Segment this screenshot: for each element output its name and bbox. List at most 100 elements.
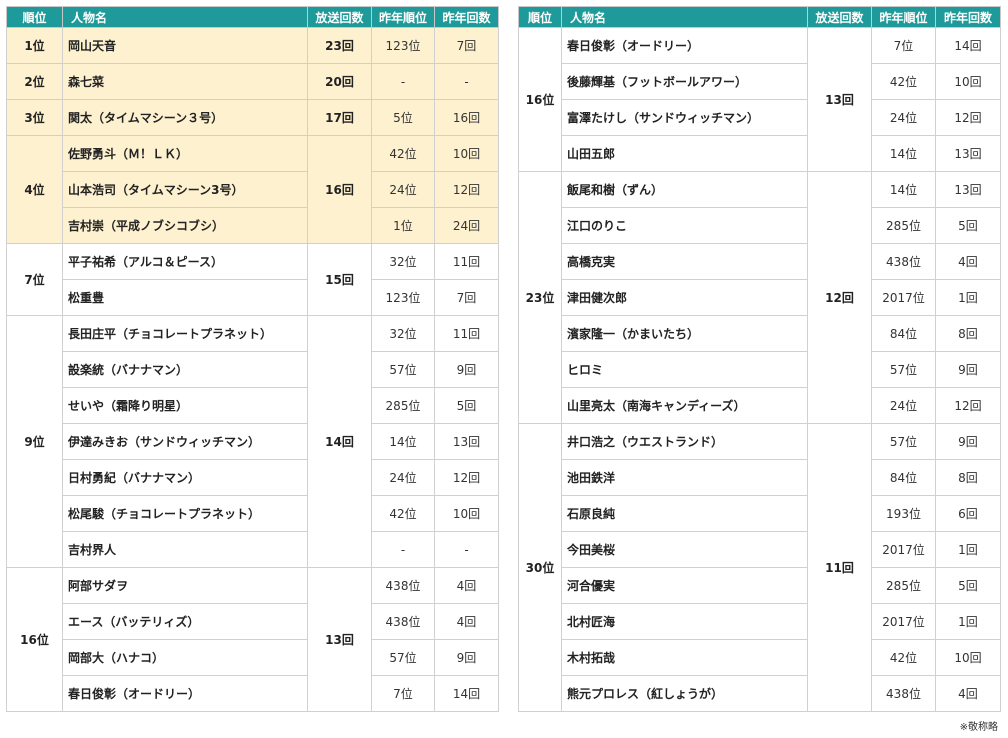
table-row: 30位 井口浩之（ウエストランド） 11回 57位 9回 bbox=[518, 423, 1001, 712]
table-row: 9位 長田庄平（チョコレートプラネット） 14回 32位 11回 bbox=[6, 315, 499, 568]
table-row: 今田美桜 2017位 1回 bbox=[519, 531, 1001, 568]
table-row: 4位 佐野勇斗（Ｍ！ＬＫ） 16回 42位 10回 bbox=[6, 135, 499, 244]
prev-count-cell: - bbox=[434, 63, 499, 100]
person-name: 石原良純 bbox=[561, 495, 808, 532]
prev-rank-cell: 24位 bbox=[371, 459, 435, 496]
prev-count-cell: 5回 bbox=[935, 207, 1001, 244]
prev-count-cell: 10回 bbox=[434, 135, 499, 172]
header-count: 放送回数 bbox=[807, 6, 872, 28]
header-prev-rank: 昨年順位 bbox=[871, 6, 936, 28]
person-name: ヒロミ bbox=[561, 351, 808, 388]
prev-count-cell: 10回 bbox=[935, 639, 1001, 676]
person-name: 平子祐希（アルコ＆ピース） bbox=[62, 243, 308, 280]
header-rank: 順位 bbox=[6, 6, 63, 28]
table-row: 松尾駿（チョコレートプラネット） 42位 10回 bbox=[7, 495, 499, 532]
table-row: 16位 春日俊彰（オードリー） 13回 7位 14回 bbox=[518, 27, 1001, 172]
table-row: 濱家隆一（かまいたち） 84位 8回 bbox=[519, 315, 1001, 352]
person-name: エース（バッテリィズ） bbox=[62, 603, 308, 640]
table-row: 設楽統（バナナマン） 57位 9回 bbox=[7, 351, 499, 388]
prev-rank-cell: 2017位 bbox=[871, 603, 936, 640]
broadcast-count-cell: 13回 bbox=[807, 27, 872, 172]
prev-rank-cell: - bbox=[371, 531, 435, 568]
prev-rank-cell: 32位 bbox=[371, 243, 435, 280]
prev-rank-cell: 285位 bbox=[871, 207, 936, 244]
person-name: 江口のりこ bbox=[561, 207, 808, 244]
person-name: 森七菜 bbox=[62, 63, 308, 100]
person-name: 設楽統（バナナマン） bbox=[62, 351, 308, 388]
prev-rank-cell: 84位 bbox=[871, 315, 936, 352]
person-name: 高橋克実 bbox=[561, 243, 808, 280]
rank-cell: 4位 bbox=[6, 135, 63, 244]
person-name: 春日俊彰（オードリー） bbox=[62, 675, 308, 712]
person-name: 飯尾和樹（ずん） bbox=[561, 171, 808, 208]
header-row: 順位 人物名 放送回数 昨年順位 昨年回数 bbox=[6, 6, 499, 28]
table-row: 江口のりこ 285位 5回 bbox=[519, 207, 1001, 244]
prev-count-cell: 12回 bbox=[935, 387, 1001, 424]
table-row: 石原良純 193位 6回 bbox=[519, 495, 1001, 532]
person-name: 北村匠海 bbox=[561, 603, 808, 640]
person-name: 山本浩司（タイムマシーン3号） bbox=[62, 171, 308, 208]
prev-count-cell: 1回 bbox=[935, 603, 1001, 640]
prev-rank-cell: 2017位 bbox=[871, 531, 936, 568]
prev-rank-cell: 57位 bbox=[871, 423, 936, 460]
table-row: 吉村界人 - - bbox=[7, 531, 499, 568]
broadcast-count-cell: 13回 bbox=[307, 567, 372, 712]
prev-count-cell: 4回 bbox=[935, 243, 1001, 280]
header-rank: 順位 bbox=[518, 6, 562, 28]
prev-rank-cell: 7位 bbox=[371, 675, 435, 712]
prev-count-cell: 1回 bbox=[935, 279, 1001, 316]
prev-rank-cell: 24位 bbox=[871, 99, 936, 136]
prev-rank-cell: 14位 bbox=[371, 423, 435, 460]
person-name: せいや（霜降り明星） bbox=[62, 387, 308, 424]
header-name: 人物名 bbox=[561, 6, 808, 28]
table-row: 岡部大（ハナコ） 57位 9回 bbox=[7, 639, 499, 676]
prev-rank-cell: 1位 bbox=[371, 207, 435, 244]
prev-rank-cell: 32位 bbox=[371, 315, 435, 352]
prev-rank-cell: 42位 bbox=[871, 63, 936, 100]
prev-count-cell: 10回 bbox=[935, 63, 1001, 100]
ranking-table-left: 順位 人物名 放送回数 昨年順位 昨年回数 1位 岡山天音 23回 123位 7回 2位森… bbox=[6, 6, 499, 712]
prev-rank-cell: 57位 bbox=[871, 351, 936, 388]
rank-cell: 3位 bbox=[6, 99, 63, 136]
broadcast-count-cell: 17回 bbox=[307, 99, 372, 136]
prev-count-cell: 13回 bbox=[935, 171, 1001, 208]
prev-count-cell: 4回 bbox=[935, 675, 1001, 712]
table-row: 熊元プロレス（紅しょうが） 438位 4回 bbox=[519, 675, 1001, 712]
person-name: 春日俊彰（オードリー） bbox=[561, 27, 808, 64]
person-name: 岡山天音 bbox=[62, 27, 308, 64]
broadcast-count-cell: 12回 bbox=[807, 171, 872, 424]
person-name: 長田庄平（チョコレートプラネット） bbox=[62, 315, 308, 352]
table-row: 山田五郎 14位 13回 bbox=[519, 135, 1001, 172]
table-row: 河合優実 285位 5回 bbox=[519, 567, 1001, 604]
prev-count-cell: 13回 bbox=[935, 135, 1001, 172]
rank-cell: 16位 bbox=[6, 567, 63, 712]
prev-count-cell: 9回 bbox=[935, 351, 1001, 388]
prev-count-cell: 14回 bbox=[935, 27, 1001, 64]
prev-rank-cell: 438位 bbox=[871, 243, 936, 280]
person-name: 井口浩之（ウエストランド） bbox=[561, 423, 808, 460]
header-count: 放送回数 bbox=[307, 6, 372, 28]
prev-rank-cell: 438位 bbox=[371, 603, 435, 640]
ranking-body-right: 16位 春日俊彰（オードリー） 13回 7位 14回 後藤輝基（フットボールアワー） 42位… bbox=[518, 27, 1001, 712]
broadcast-count-cell: 20回 bbox=[307, 63, 372, 100]
header-prev-count: 昨年回数 bbox=[434, 6, 499, 28]
prev-rank-cell: 285位 bbox=[871, 567, 936, 604]
table-row: 3位 関太（タイムマシーン３号） 17回 5位 16回 bbox=[6, 99, 499, 136]
person-name: 関太（タイムマシーン３号） bbox=[62, 99, 308, 136]
table-row: 1位 岡山天音 23回 123位 7回 bbox=[6, 27, 499, 64]
prev-rank-cell: 57位 bbox=[371, 351, 435, 388]
prev-count-cell: 9回 bbox=[434, 639, 499, 676]
prev-rank-cell: 123位 bbox=[371, 27, 435, 64]
prev-count-cell: 6回 bbox=[935, 495, 1001, 532]
table-row: 高橋克実 438位 4回 bbox=[519, 243, 1001, 280]
person-name: 山里亮太（南海キャンディーズ） bbox=[561, 387, 808, 424]
rank-cell: 9位 bbox=[6, 315, 63, 568]
table-row: 伊達みきお（サンドウィッチマン） 14位 13回 bbox=[7, 423, 499, 460]
prev-count-cell: 24回 bbox=[434, 207, 499, 244]
prev-rank-cell: 24位 bbox=[871, 387, 936, 424]
table-row: 木村拓哉 42位 10回 bbox=[519, 639, 1001, 676]
table-row: 日村勇紀（バナナマン） 24位 12回 bbox=[7, 459, 499, 496]
prev-rank-cell: 438位 bbox=[871, 675, 936, 712]
prev-count-cell: 9回 bbox=[434, 351, 499, 388]
broadcast-count-cell: 11回 bbox=[807, 423, 872, 712]
